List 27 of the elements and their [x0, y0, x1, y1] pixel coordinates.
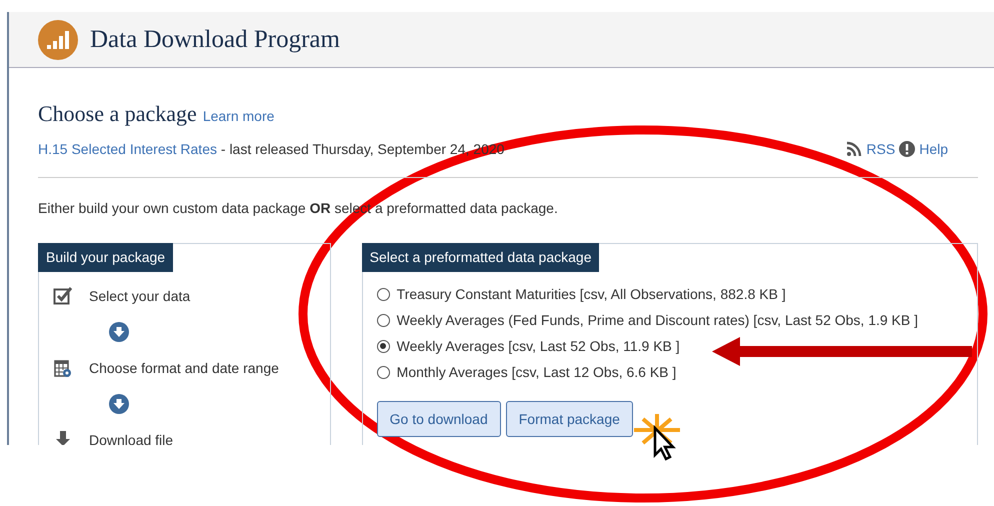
action-button[interactable]: Go to download: [376, 401, 501, 437]
option-label[interactable]: Weekly Averages (Fed Funds, Prime and Discount rates) [csv, Last 52 Obs, 1.9 KB ]: [396, 312, 918, 328]
radio-button[interactable]: [376, 314, 390, 326]
calendar-gear-icon: [53, 358, 73, 378]
action-button[interactable]: Format package: [506, 401, 633, 437]
learn-more-link[interactable]: Learn more: [202, 108, 274, 124]
checkbox-icon: [53, 286, 73, 306]
help-link[interactable]: Help: [919, 141, 948, 157]
bar-chart-logo-icon: [38, 20, 78, 60]
release-link[interactable]: H.15 Selected Interest Rates: [38, 141, 217, 157]
option-label[interactable]: Weekly Averages [csv, Last 52 Obs, 11.9 KB ]: [396, 338, 680, 354]
cursor-icon: [654, 424, 676, 461]
radio-button[interactable]: [376, 340, 390, 352]
panel-title: Build your package: [38, 243, 174, 272]
step-label: Download file: [89, 432, 174, 445]
panel-title: Select a preformatted data package: [362, 243, 600, 272]
step-label: Select your data: [89, 288, 190, 304]
rss-link[interactable]: RSS: [866, 141, 896, 157]
radio-button[interactable]: [376, 366, 390, 378]
help-icon: [899, 141, 916, 157]
option-label[interactable]: Monthly Averages [csv, Last 12 Obs, 6.6 KB ]: [396, 364, 676, 380]
radio-button[interactable]: [376, 288, 390, 300]
option-label[interactable]: Treasury Constant Maturities [csv, All Observations, 882.8 KB ]: [396, 286, 786, 302]
page-title: Data Download Program: [90, 26, 340, 54]
section-title: Choose a package: [38, 101, 197, 127]
rss-icon: [846, 141, 862, 157]
step-label: Choose format and date range: [89, 360, 279, 376]
